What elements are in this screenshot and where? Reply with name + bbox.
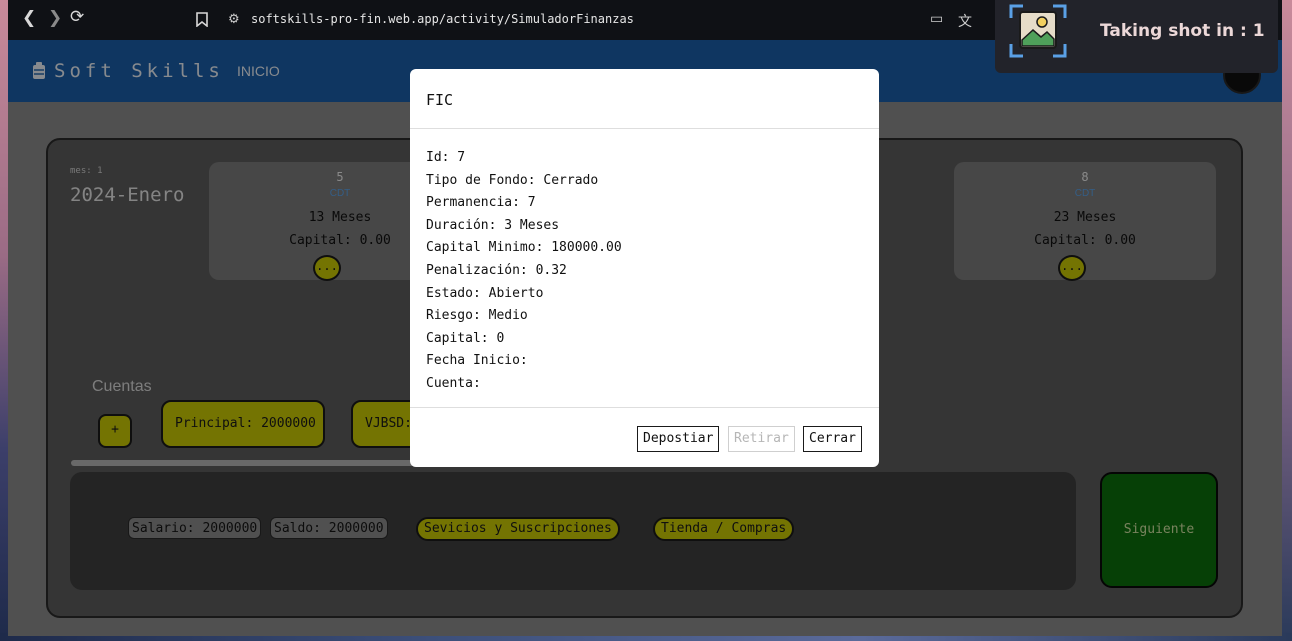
fund-id: Id: 7 (426, 150, 466, 165)
desktop-wallpaper-left (0, 0, 8, 641)
fund-penalty: Penalización: 0.32 (426, 262, 567, 278)
cast-icon[interactable]: ▭ (930, 11, 943, 27)
forward-icon[interactable]: ❯ (48, 8, 62, 28)
fund-account: Cuenta: (426, 375, 481, 391)
fund-status: Estado: Abierto (426, 285, 544, 301)
screenshot-icon (1009, 4, 1067, 58)
withdraw-button[interactable]: Retirar (728, 426, 795, 452)
fund-risk: Riesgo: Medio (426, 308, 528, 324)
screenshot-countdown: Taking shot in : 1 (1100, 21, 1265, 41)
modal-body: Id: 7 Tipo de Fondo: Cerrado Permanencia… (426, 147, 622, 396)
translate-icon[interactable]: 文 (958, 11, 972, 31)
bookmark-icon[interactable] (196, 12, 208, 31)
fund-start-date: Fecha Inicio: (426, 353, 528, 369)
modal-title: FIC (426, 91, 454, 109)
fund-duration: Duración: 3 Meses (426, 217, 560, 233)
reload-icon[interactable]: ⟳ (70, 7, 84, 27)
browser-window: ❮ ❯ ⟳ ⚙ softskills-pro-fin.web.app/activ… (8, 0, 1282, 636)
fund-capital: Capital: 0 (426, 330, 505, 346)
fund-details-modal: FIC Id: 7 Tipo de Fondo: Cerrado Permane… (410, 69, 879, 467)
fund-type: Tipo de Fondo: Cerrado (426, 172, 599, 188)
deposit-button[interactable]: Depostiar (637, 426, 720, 452)
fund-min-capital: Capital Minimo: 180000.00 (426, 240, 622, 256)
modal-divider (410, 407, 879, 408)
modal-divider (410, 128, 879, 129)
fund-permanence: Permanencia: 7 (426, 195, 536, 211)
back-icon[interactable]: ❮ (22, 8, 36, 28)
screenshot-toast: Taking shot in : 1 (995, 0, 1278, 73)
desktop-wallpaper-right (1282, 0, 1292, 641)
site-settings-icon[interactable]: ⚙ (228, 12, 240, 27)
address-bar[interactable]: softskills-pro-fin.web.app/activity/Simu… (251, 12, 634, 26)
close-button[interactable]: Cerrar (803, 426, 862, 452)
